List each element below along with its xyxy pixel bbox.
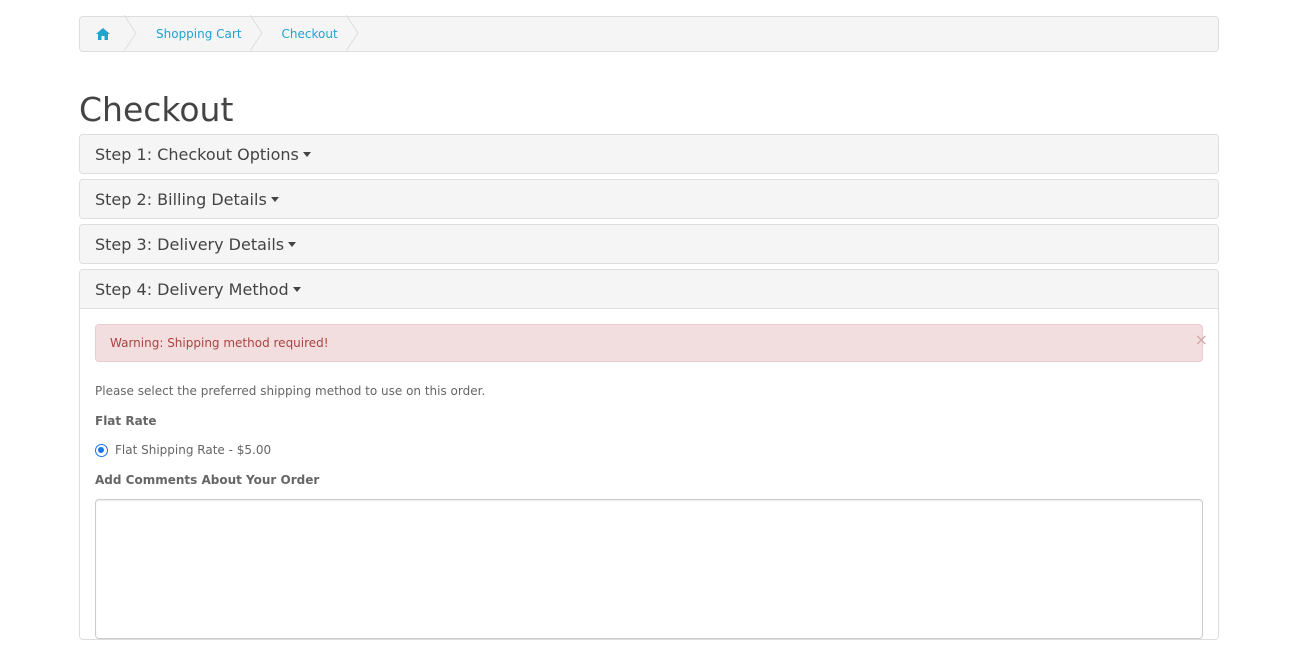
shipping-radio[interactable] — [95, 443, 108, 457]
caret-down-icon — [270, 196, 279, 202]
step-4-toggle[interactable]: Step 4: Delivery Method — [80, 270, 1218, 309]
shipping-group-title: Flat Rate — [95, 414, 157, 428]
shipping-intro-text: Please select the preferred shipping met… — [95, 384, 486, 398]
step-3-title: Step 3: Delivery Details — [95, 234, 285, 254]
page-container: Shopping Cart Checkout Checkout Step 1: … — [79, 15, 1219, 645]
page-title: Checkout — [79, 90, 234, 129]
breadcrumb-label: Checkout — [281, 27, 338, 41]
caret-down-icon — [302, 151, 311, 157]
step-2-title: Step 2: Billing Details — [95, 189, 267, 209]
panel-step-4: Step 4: Delivery Method Warning: Shippin… — [79, 269, 1219, 640]
panel-step-1: Step 1: Checkout Options — [79, 134, 1219, 174]
caret-down-icon — [288, 241, 297, 247]
alert-message: Warning: Shipping method required! — [110, 336, 329, 350]
home-icon — [96, 28, 110, 40]
breadcrumb-separator — [345, 15, 360, 52]
breadcrumb-label: Shopping Cart — [156, 27, 242, 41]
close-icon[interactable]: × — [1195, 331, 1208, 349]
breadcrumb-checkout[interactable]: Checkout — [264, 17, 348, 51]
step-1-title: Step 1: Checkout Options — [95, 144, 299, 164]
checkout-accordion: Step 1: Checkout Options Step 2: Billing… — [79, 134, 1219, 640]
shipping-warning-alert: Warning: Shipping method required! × — [95, 324, 1208, 362]
panel-step-2: Step 2: Billing Details — [79, 179, 1219, 219]
panel-step-3: Step 3: Delivery Details — [79, 224, 1219, 264]
breadcrumb: Shopping Cart Checkout — [79, 15, 1219, 52]
caret-down-icon — [292, 286, 301, 292]
step-3-toggle[interactable]: Step 3: Delivery Details — [80, 225, 1218, 263]
comments-textarea[interactable] — [95, 499, 1203, 639]
step-4-title: Step 4: Delivery Method — [95, 279, 289, 299]
step-2-toggle[interactable]: Step 2: Billing Details — [80, 180, 1218, 218]
delivery-method-body: Warning: Shipping method required! × Ple… — [80, 309, 1218, 639]
breadcrumb-home-link[interactable] — [80, 17, 126, 51]
breadcrumb-separator — [249, 15, 264, 52]
breadcrumb-shopping-cart[interactable]: Shopping Cart — [138, 17, 252, 51]
breadcrumb-separator — [124, 15, 138, 52]
step-1-toggle[interactable]: Step 1: Checkout Options — [80, 135, 1218, 173]
comments-label: Add Comments About Your Order — [95, 473, 320, 487]
shipping-option-label: Flat Shipping Rate - $5.00 — [115, 443, 272, 457]
shipping-option-flat[interactable]: Flat Shipping Rate - $5.00 — [95, 443, 1203, 457]
